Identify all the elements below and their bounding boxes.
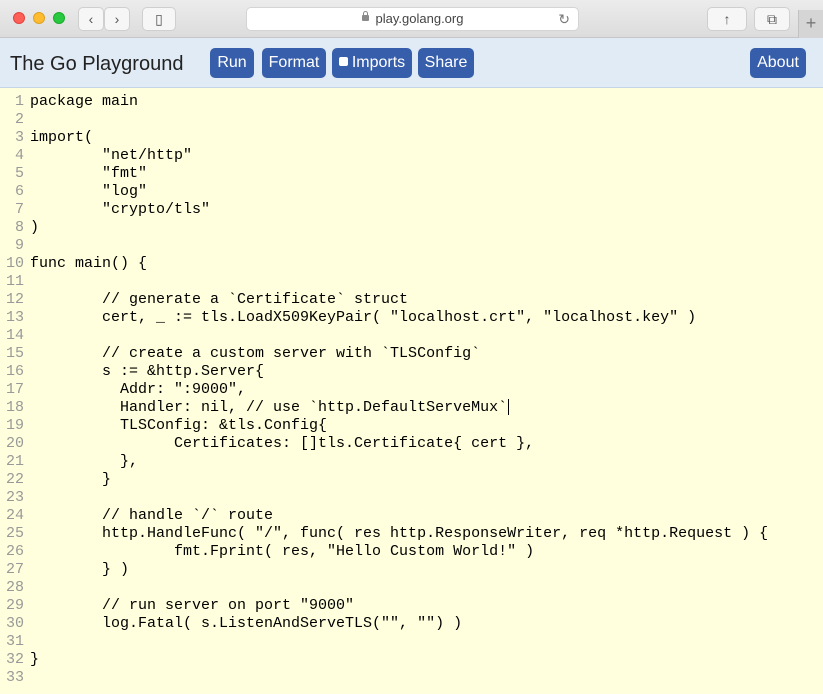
line-number: 9 bbox=[14, 237, 24, 254]
share-button[interactable]: Share bbox=[418, 48, 474, 78]
imports-checkbox[interactable] bbox=[338, 57, 348, 67]
minimize-window-button[interactable] bbox=[33, 12, 45, 24]
code-text[interactable]: // handle `/` route bbox=[30, 507, 273, 525]
lock-icon bbox=[362, 11, 369, 21]
line-number: 5 bbox=[14, 165, 24, 182]
line-number: 6 bbox=[14, 183, 24, 200]
code-text[interactable]: } ) bbox=[30, 561, 129, 579]
line-number: 32 bbox=[5, 651, 24, 668]
tabs-icon: ⧉ bbox=[767, 11, 777, 27]
line-number: 12 bbox=[5, 291, 24, 308]
code-editor[interactable]: 1 package main 2 3 import( 4 "net/http" 5 "fmt… bbox=[0, 88, 823, 694]
new-tab-button[interactable]: + bbox=[798, 10, 823, 38]
reload-icon[interactable]: ↻ bbox=[558, 8, 570, 30]
code-text[interactable]: } bbox=[30, 651, 39, 669]
code-text[interactable]: }, bbox=[30, 453, 138, 471]
code-text[interactable]: ) bbox=[30, 219, 39, 237]
browser-toolbar: ‹ › ▯ play.golang.org ↻ ↑ ⧉ + bbox=[0, 0, 823, 38]
line-number: 4 bbox=[14, 147, 24, 164]
plus-icon: + bbox=[805, 13, 817, 33]
line-number: 19 bbox=[5, 417, 24, 434]
code-text[interactable]: "net/http" bbox=[30, 147, 192, 165]
code-text[interactable]: Handler: nil, // use `http.DefaultServeM… bbox=[30, 399, 507, 417]
line-number: 28 bbox=[5, 579, 24, 596]
about-button[interactable]: About bbox=[750, 48, 806, 78]
line-number: 13 bbox=[5, 309, 24, 326]
code-text[interactable]: // create a custom server with `TLSConfi… bbox=[30, 345, 480, 363]
code-text[interactable]: log.Fatal( s.ListenAndServeTLS("", "") ) bbox=[30, 615, 462, 633]
line-number: 16 bbox=[5, 363, 24, 380]
line-number: 14 bbox=[5, 327, 24, 344]
line-number: 25 bbox=[5, 525, 24, 542]
code-text[interactable]: "log" bbox=[30, 183, 147, 201]
line-number: 2 bbox=[14, 111, 24, 128]
imports-toggle[interactable]: Imports bbox=[332, 48, 412, 78]
line-number: 15 bbox=[5, 345, 24, 362]
zoom-window-button[interactable] bbox=[53, 12, 65, 24]
share-page-button[interactable]: ↑ bbox=[707, 7, 747, 31]
code-text[interactable]: s := &http.Server{ bbox=[30, 363, 264, 381]
line-number: 20 bbox=[5, 435, 24, 452]
line-number: 22 bbox=[5, 471, 24, 488]
line-number: 21 bbox=[5, 453, 24, 470]
back-button[interactable]: ‹ bbox=[78, 7, 104, 31]
address-bar[interactable]: play.golang.org ↻ bbox=[246, 7, 579, 31]
line-number: 7 bbox=[14, 201, 24, 218]
tab-overview-button[interactable]: ⧉ bbox=[754, 7, 790, 31]
close-window-button[interactable] bbox=[13, 12, 25, 24]
imports-label: Imports bbox=[351, 54, 406, 71]
line-number: 11 bbox=[5, 273, 24, 290]
line-number: 3 bbox=[14, 129, 24, 146]
url-text: play.golang.org bbox=[375, 11, 464, 26]
share-icon: ↑ bbox=[723, 11, 731, 27]
format-button[interactable]: Format bbox=[262, 48, 326, 78]
line-number: 33 bbox=[5, 669, 24, 686]
line-number: 31 bbox=[5, 633, 24, 650]
code-text[interactable]: import( bbox=[30, 129, 93, 147]
code-text[interactable]: func main() { bbox=[30, 255, 147, 273]
line-number: 17 bbox=[5, 381, 24, 398]
line-number: 8 bbox=[14, 219, 24, 236]
code-text[interactable]: "fmt" bbox=[30, 165, 147, 183]
code-text[interactable]: fmt.Fprint( res, "Hello Custom World!" ) bbox=[30, 543, 534, 561]
line-number: 24 bbox=[5, 507, 24, 524]
code-text[interactable]: package main bbox=[30, 93, 138, 111]
code-text[interactable]: // run server on port "9000" bbox=[30, 597, 354, 615]
code-text[interactable]: Certificates: []tls.Certificate{ cert }, bbox=[30, 435, 534, 453]
code-text[interactable]: Addr: ":9000", bbox=[30, 381, 246, 399]
code-text[interactable]: } bbox=[30, 471, 111, 489]
line-number: 1 bbox=[14, 93, 24, 110]
forward-button[interactable]: › bbox=[104, 7, 130, 31]
code-text[interactable]: "crypto/tls" bbox=[30, 201, 210, 219]
line-number: 26 bbox=[5, 543, 24, 560]
line-number: 18 bbox=[5, 399, 24, 416]
chevron-left-icon: ‹ bbox=[88, 11, 94, 27]
playground-header: The Go Playground Run Format Imports Sha… bbox=[0, 38, 823, 88]
line-number: 23 bbox=[5, 489, 24, 506]
sidebar-button[interactable]: ▯ bbox=[142, 7, 176, 31]
code-text[interactable]: TLSConfig: &tls.Config{ bbox=[30, 417, 327, 435]
code-text[interactable]: http.HandleFunc( "/", func( res http.Res… bbox=[30, 525, 768, 543]
line-number: 27 bbox=[5, 561, 24, 578]
line-number: 30 bbox=[5, 615, 24, 632]
run-button[interactable]: Run bbox=[210, 48, 254, 78]
line-number: 10 bbox=[5, 255, 24, 272]
code-text[interactable]: // generate a `Certificate` struct bbox=[30, 291, 408, 309]
sidebar-icon: ▯ bbox=[155, 11, 163, 27]
page-title: The Go Playground bbox=[10, 53, 184, 75]
code-text[interactable]: cert, _ := tls.LoadX509KeyPair( "localho… bbox=[30, 309, 696, 327]
chevron-right-icon: › bbox=[114, 11, 120, 27]
line-number: 29 bbox=[5, 597, 24, 614]
text-cursor bbox=[508, 399, 509, 415]
